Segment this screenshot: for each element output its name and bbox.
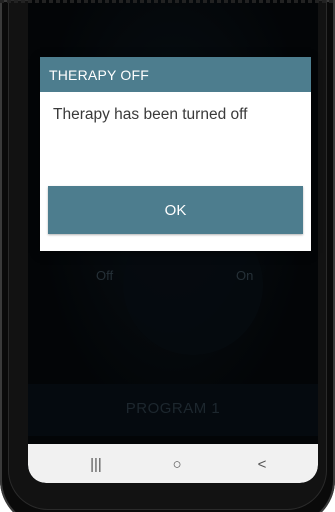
ok-button[interactable]: OK bbox=[48, 186, 303, 234]
page: Off On PROGRAM 1 ||| ○ < THERAPY OFF The… bbox=[0, 0, 335, 512]
top-edge-border bbox=[0, 0, 335, 3]
home-icon[interactable]: ○ bbox=[168, 455, 186, 473]
therapy-off-dialog: THERAPY OFF Therapy has been turned off … bbox=[40, 57, 311, 251]
back-icon[interactable]: < bbox=[254, 455, 270, 473]
dialog-title: THERAPY OFF bbox=[49, 67, 149, 83]
recents-icon[interactable]: ||| bbox=[86, 455, 106, 473]
dialog-header: THERAPY OFF bbox=[40, 57, 311, 92]
dialog-message: Therapy has been turned off bbox=[53, 106, 248, 123]
